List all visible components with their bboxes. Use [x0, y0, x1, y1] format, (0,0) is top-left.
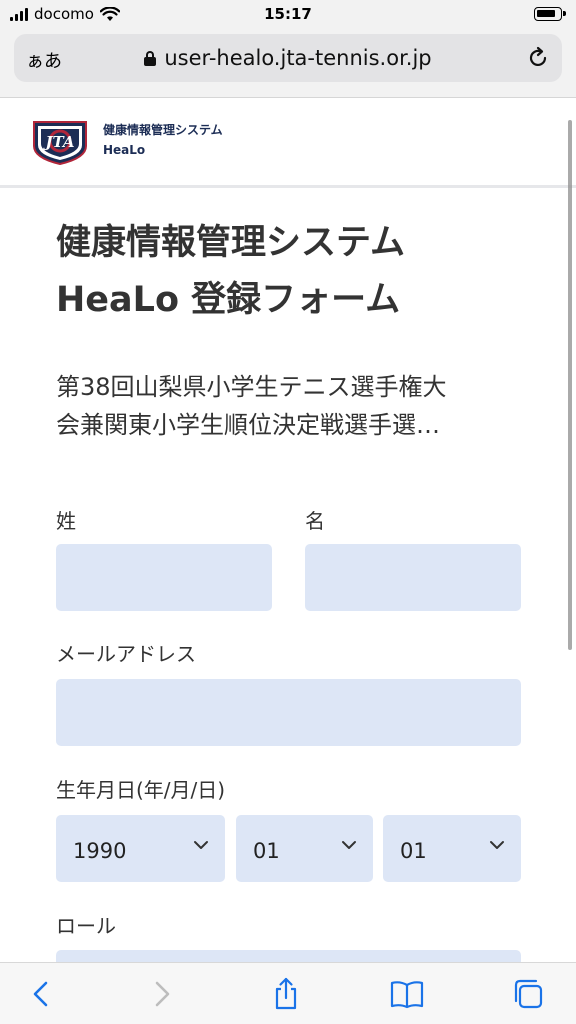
address-bar[interactable]: ぁあ user-healo.jta-tennis.or.jp [14, 34, 562, 82]
screen: docomo 15:17 ぁあ user-healo.jta-tennis.or… [0, 0, 576, 1024]
form-header: 健康情報管理システム HeaLo 登録フォーム 第38回山梨県小学生テニス選手権… [56, 215, 522, 444]
birth-year-select[interactable]: 1990 [56, 815, 225, 882]
email-input[interactable] [56, 679, 521, 746]
birth-month-select[interactable]: 01 [236, 815, 373, 882]
last-name-label: 姓 [56, 509, 76, 533]
bookmarks-icon[interactable] [390, 977, 424, 1011]
svg-text:JTA: JTA [42, 133, 74, 151]
last-name-input[interactable] [56, 544, 272, 611]
status-bar: docomo 15:17 [0, 0, 576, 28]
brand-system-name: 健康情報管理システム [103, 123, 223, 137]
page-title-line1: 健康情報管理システム [56, 223, 405, 263]
role-label: ロール [56, 914, 116, 938]
share-icon[interactable] [269, 977, 303, 1011]
event-name-line2: 会兼関東小学生順位決定戦選手選… [56, 411, 440, 439]
event-name-line1: 第38回山梨県小学生テニス選手権大 [56, 373, 447, 401]
url-display[interactable]: user-healo.jta-tennis.or.jp [14, 46, 562, 70]
chevron-down-icon [194, 841, 208, 849]
brand-name: 健康情報管理システム HeaLo [103, 120, 223, 160]
birth-month-value: 01 [253, 839, 280, 863]
scroll-indicator[interactable] [568, 120, 572, 650]
tabs-icon[interactable] [511, 977, 545, 1011]
page-title-line2: HeaLo 登録フォーム [56, 280, 401, 320]
page-title: 健康情報管理システム HeaLo 登録フォーム [56, 215, 522, 329]
back-icon[interactable] [24, 977, 58, 1011]
site-header: JTA 健康情報管理システム HeaLo [0, 98, 576, 188]
email-label: メールアドレス [56, 642, 196, 666]
birth-year-value: 1990 [73, 839, 127, 863]
lock-icon [144, 51, 157, 66]
clock: 15:17 [264, 5, 312, 23]
event-name: 第38回山梨県小学生テニス選手権大 会兼関東小学生順位決定戦選手選… [56, 368, 522, 444]
browser-address-area: ぁあ user-healo.jta-tennis.or.jp [0, 28, 576, 98]
chevron-down-icon [490, 841, 504, 849]
birth-day-value: 01 [400, 839, 427, 863]
browser-toolbar [0, 962, 576, 1024]
first-name-input[interactable] [305, 544, 521, 611]
battery-icon [534, 7, 566, 21]
jta-logo[interactable]: JTA [30, 116, 90, 166]
birth-day-select[interactable]: 01 [383, 815, 521, 882]
forward-icon[interactable] [145, 977, 179, 1011]
first-name-label: 名 [305, 509, 325, 533]
url-text: user-healo.jta-tennis.or.jp [164, 46, 432, 70]
chevron-down-icon [342, 841, 356, 849]
birthdate-label: 生年月日(年/月/日) [56, 778, 226, 802]
reload-icon[interactable] [526, 46, 550, 70]
brand-healo: HeaLo [103, 143, 146, 157]
